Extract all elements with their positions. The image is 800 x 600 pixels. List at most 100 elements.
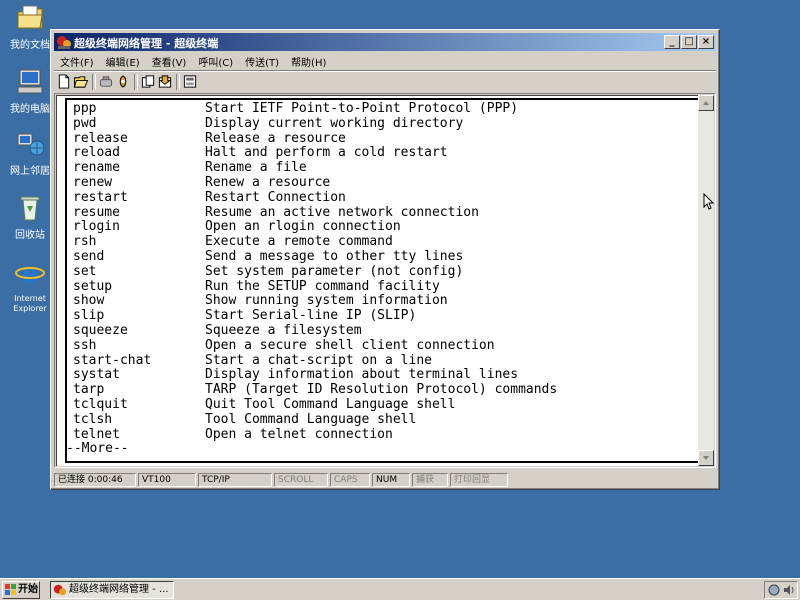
desktop-icon-network[interactable]: 网上邻居 xyxy=(4,128,56,178)
desktop-icon-my-computer[interactable]: 我的电脑 xyxy=(4,66,56,116)
terminal-command: telnet xyxy=(73,426,120,442)
terminal-command-description: Renew a resource xyxy=(205,174,331,190)
status-print-echo: 打印回显 xyxy=(450,473,508,487)
network-status-icon[interactable] xyxy=(767,583,781,597)
terminal-command-description: Set system parameter (not config) xyxy=(205,263,464,279)
toolbar-separator xyxy=(176,74,180,90)
arrow-up-icon xyxy=(703,101,709,105)
open-icon[interactable] xyxy=(73,74,89,89)
terminal-command: release xyxy=(73,130,128,146)
network-icon xyxy=(17,133,45,156)
status-connection-time: 已连接 0:00:46 xyxy=(54,473,136,487)
terminal-screen[interactable]: ppp Start IETF Point-to-Point Protocol (P… xyxy=(56,95,704,466)
terminal-command: systat xyxy=(73,367,120,383)
maximize-button[interactable]: □ xyxy=(681,35,697,49)
terminal-command: squeeze xyxy=(73,322,128,338)
status-emulation: VT100 xyxy=(138,473,196,487)
taskbar-item-label: 超级终端网络管理 - ... xyxy=(69,584,169,595)
settings-icon[interactable] xyxy=(182,74,198,89)
terminal-line: slip Start Serial-line IP (SLIP) xyxy=(73,308,557,324)
internet-explorer-icon: e xyxy=(15,259,45,289)
taskbar-item-hyperterminal[interactable]: 超级终端网络管理 - ... xyxy=(50,581,174,599)
status-caps: CAPS xyxy=(330,473,370,487)
terminal-command: rlogin xyxy=(73,219,120,235)
terminal-line: rename Rename a file xyxy=(73,160,557,176)
terminal-command-description: Execute a remote command xyxy=(205,234,393,250)
terminal-line: ppp Start IETF Point-to-Point Protocol (P… xyxy=(73,101,557,117)
terminal-command-description: Display information about terminal lines xyxy=(205,367,519,383)
terminal-line: telnet Open a telnet connection xyxy=(73,426,557,443)
terminal-command: tclquit xyxy=(73,396,128,412)
terminal-command-description: Restart Connection xyxy=(205,189,346,205)
terminal-command: start-chat xyxy=(73,352,152,368)
menu-help[interactable]: 帮助(H) xyxy=(285,53,332,69)
volume-icon[interactable] xyxy=(782,583,796,597)
receive-icon[interactable] xyxy=(157,74,173,89)
terminal-line: systat Display information about terminal… xyxy=(73,367,557,383)
taskbar: 开始 超级终端网络管理 - ... xyxy=(0,578,800,600)
terminal-line: send Send a message to other tty lines xyxy=(73,248,557,265)
desktop-icon-recycle-bin[interactable]: 回收站 xyxy=(4,192,56,242)
terminal-line: reload Halt and perform a cold restart xyxy=(73,145,557,161)
start-button[interactable]: 开始 xyxy=(2,581,40,599)
more-prompt: --More-- xyxy=(66,441,129,457)
terminal-command-description: Rename a file xyxy=(205,160,307,176)
window-title: 超级终端网络管理 - 超级终端 xyxy=(74,37,219,50)
terminal-command-description: Start a chat-script on a line xyxy=(205,352,432,368)
terminal-command-description: Display current working directory xyxy=(205,115,464,131)
terminal-line: setup Run the SETUP command facility xyxy=(73,279,557,295)
scroll-down-button[interactable] xyxy=(698,450,714,466)
menu-bar: 文件(F) 编辑(E) 查看(V) 呼叫(C) 传送(T) 帮助(H) xyxy=(54,53,716,69)
send-icon[interactable] xyxy=(140,74,156,89)
terminal-line: tclquit Quit Tool Command Language shell xyxy=(73,396,557,413)
terminal-line: rlogin Open an rlogin connection xyxy=(73,219,557,235)
menu-file[interactable]: 文件(F) xyxy=(54,53,100,69)
properties-icon[interactable] xyxy=(115,74,131,89)
terminal-command-description: Halt and perform a cold restart xyxy=(205,145,448,161)
recycle-bin-icon xyxy=(20,196,40,221)
terminal-line: set Set system parameter (not config) xyxy=(73,263,557,280)
status-num: NUM xyxy=(372,473,410,487)
terminal-command: rsh xyxy=(73,234,97,250)
menu-view[interactable]: 查看(V) xyxy=(146,53,193,69)
close-button[interactable]: × xyxy=(698,35,714,49)
terminal-command: set xyxy=(73,263,97,279)
terminal-command: renew xyxy=(73,174,113,190)
hyperterminal-app-icon xyxy=(53,584,67,596)
hyperterminal-window: 超级终端网络管理 - 超级终端 _ □ × 文件(F) 编辑(E) 查看(V) 呼叫(… xyxy=(50,29,720,490)
terminal-line: restart Restart Connection xyxy=(73,189,557,206)
menu-transfer[interactable]: 传送(T) xyxy=(239,53,285,69)
menu-call[interactable]: 呼叫(C) xyxy=(192,53,239,69)
terminal-command: tarp xyxy=(73,382,105,398)
hyperterminal-app-icon xyxy=(57,36,71,49)
terminal-line: release Release a resource xyxy=(73,130,557,147)
disconnect-icon[interactable] xyxy=(98,74,114,89)
terminal-line: start-chat Start a chat-script on a line xyxy=(73,352,557,369)
svg-text:e: e xyxy=(22,259,39,288)
terminal-command-description: Squeeze a filesystem xyxy=(205,322,362,338)
terminal-command-description: Tool Command Language shell xyxy=(205,411,417,427)
terminal-command: pwd xyxy=(73,115,97,131)
title-bar[interactable]: 超级终端网络管理 - 超级终端 _ □ × xyxy=(54,33,716,51)
terminal-command-description: Start Serial-line IP (SLIP) xyxy=(205,308,417,324)
terminal-line: renew Renew a resource xyxy=(73,174,557,191)
toolbar xyxy=(54,70,716,94)
mouse-cursor-icon xyxy=(703,193,714,210)
desktop-icon-my-documents[interactable]: 我的文档 xyxy=(4,2,56,52)
terminal-command-description: Open an rlogin connection xyxy=(205,219,401,235)
terminal-line: ssh Open a secure shell client connection xyxy=(73,338,557,354)
terminal-command: send xyxy=(73,248,105,264)
terminal-command: rename xyxy=(73,160,120,176)
terminal-command-description: Open a telnet connection xyxy=(205,426,393,442)
minimize-button[interactable]: _ xyxy=(664,35,680,49)
scroll-up-button[interactable] xyxy=(698,95,714,111)
status-capture: 捕获 xyxy=(412,473,448,487)
new-icon[interactable] xyxy=(56,74,72,89)
menu-edit[interactable]: 编辑(E) xyxy=(100,53,146,69)
vertical-scrollbar[interactable] xyxy=(698,95,714,466)
windows-logo-icon xyxy=(5,584,16,595)
terminal-command-description: Resume an active network connection xyxy=(205,204,479,220)
desktop-icon-internet-explorer[interactable]: e Internet Explorer xyxy=(4,256,56,314)
terminal-command: show xyxy=(73,293,105,309)
terminal-command-description: Release a resource xyxy=(205,130,346,146)
